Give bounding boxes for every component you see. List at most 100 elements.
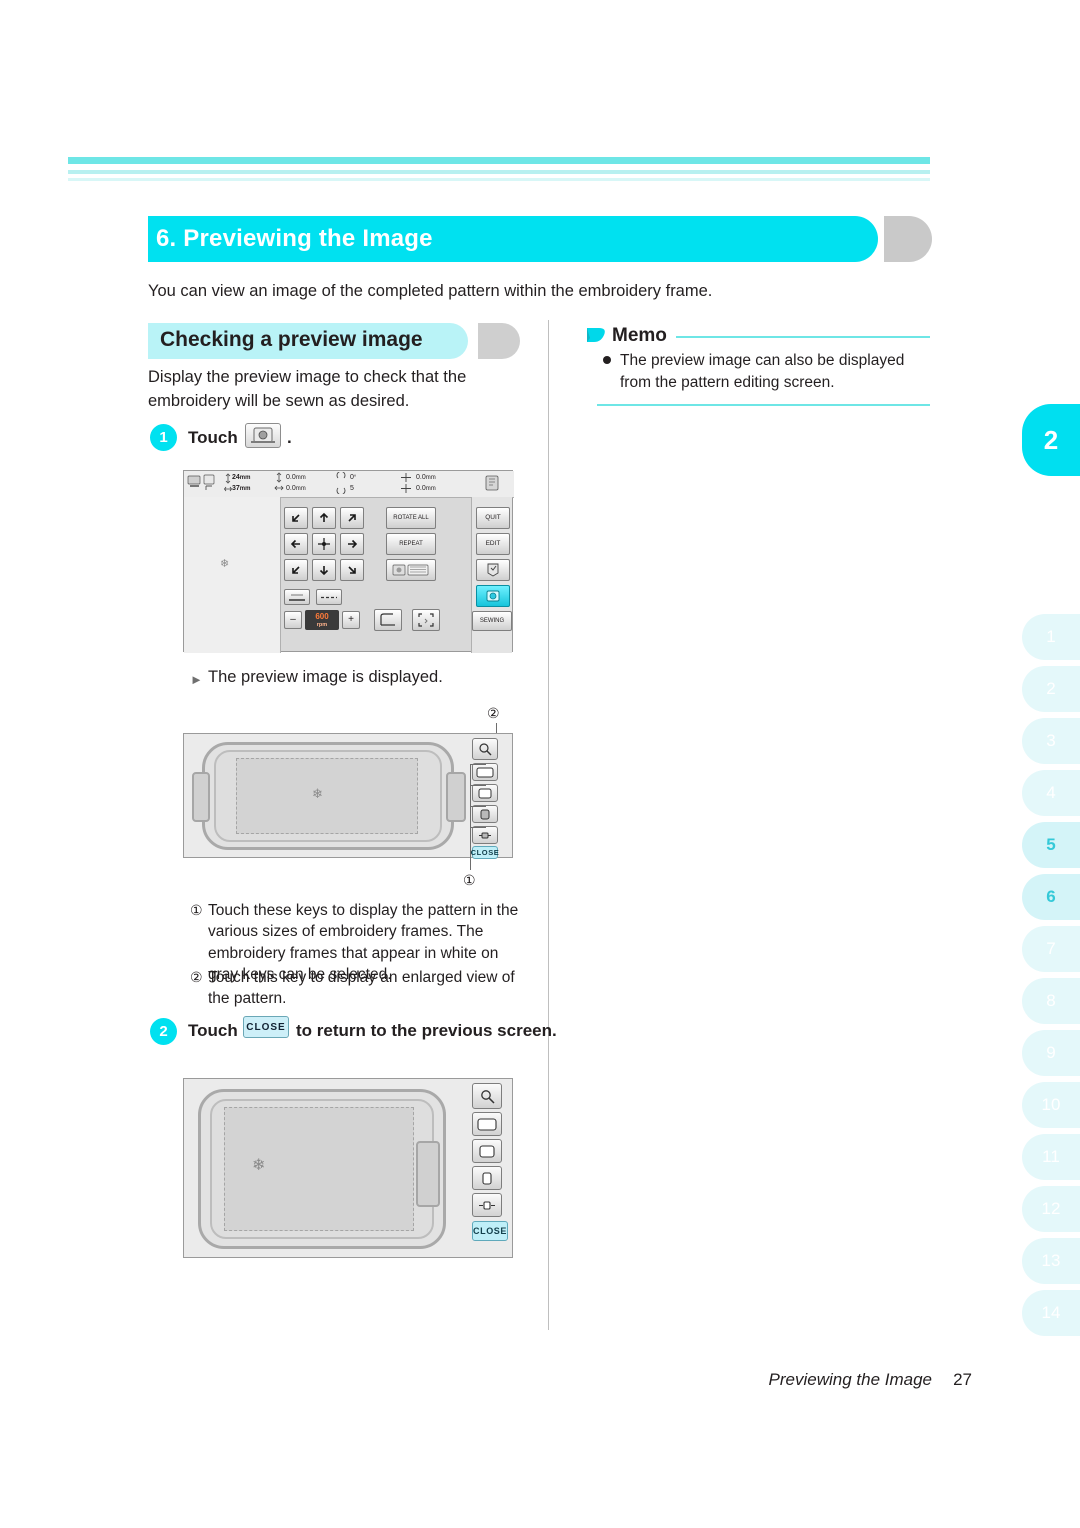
index-tab-7[interactable]: 7 — [1022, 926, 1080, 972]
enlarge-view-button[interactable] — [472, 738, 498, 760]
preview-illustration-2: ❄ CLOSE — [183, 1078, 513, 1258]
frame-size-medium-button-2[interactable] — [472, 1166, 502, 1190]
pattern-motif: ❄ — [220, 558, 229, 570]
chapter-intro: You can view an image of the completed p… — [148, 282, 713, 300]
move-up-button[interactable] — [312, 507, 336, 529]
frame-icons — [187, 474, 215, 490]
section-lead-text: Display the preview image to check that … — [148, 368, 467, 410]
edit-button[interactable]: EDIT — [476, 533, 510, 555]
frame-size-medium-button[interactable] — [472, 805, 498, 823]
index-tab-13[interactable]: 13 — [1022, 1238, 1080, 1284]
quit-label: QUIT — [485, 513, 501, 521]
value-a: 0.0mm — [286, 474, 306, 481]
index-tab-2[interactable]: 2 — [1022, 666, 1080, 712]
frame-size-large-button[interactable] — [472, 784, 498, 802]
memo-text: The preview image can also be displayed … — [620, 352, 905, 391]
section-title: Checking a preview image — [160, 328, 423, 351]
edit-label: EDIT — [485, 539, 501, 547]
chapter-tab-active[interactable]: 2 — [1022, 404, 1080, 476]
callout-1-leader-4 — [470, 827, 486, 828]
measure-width: 37mm — [232, 485, 251, 492]
preview-image-button[interactable] — [476, 585, 510, 607]
move-up-left-button[interactable] — [284, 507, 308, 529]
index-tab-10[interactable]: 10 — [1022, 1082, 1080, 1128]
value-f: 0.0mm — [416, 485, 436, 492]
value-e: 0.0mm — [416, 474, 436, 481]
callout-1-leader-2 — [470, 785, 486, 786]
step-1-result: The preview image is displayed. — [208, 668, 443, 686]
header-rule-secondary — [68, 170, 930, 174]
embroidery-field — [236, 758, 418, 834]
move-center-button[interactable] — [312, 533, 336, 555]
speed-unit: rpm — [316, 622, 328, 628]
memo-flag-icon — [586, 325, 608, 345]
index-tab-11[interactable]: 11 — [1022, 1134, 1080, 1180]
callout-1-leader-3 — [470, 806, 486, 807]
callout-1-leader-1 — [470, 764, 486, 765]
rotate-all-label: ROTATE ALL — [393, 514, 429, 521]
index-tab-1[interactable]: 1 — [1022, 614, 1080, 660]
index-tab-9[interactable]: 9 — [1022, 1030, 1080, 1076]
frame-size-xl-button-2[interactable] — [472, 1112, 502, 1136]
move-up-right-button[interactable] — [340, 507, 364, 529]
basting-button[interactable] — [374, 609, 402, 631]
step-1-label: Touch — [188, 428, 238, 447]
frame-size-large-button-2[interactable] — [472, 1139, 502, 1163]
repeat-button[interactable]: REPEAT — [386, 533, 436, 555]
header-rule-tertiary — [68, 178, 930, 181]
footer-page-number: 27 — [953, 1370, 972, 1389]
sewing-button[interactable]: SEWING — [472, 611, 512, 631]
move-right-button[interactable] — [340, 533, 364, 555]
speed-increase-button[interactable]: + — [342, 611, 360, 629]
preview-pattern-motif: ❄ — [312, 786, 323, 801]
frame-size-xl-button[interactable] — [472, 763, 498, 781]
speed-plus-label: + — [348, 614, 354, 625]
close-button-2[interactable]: CLOSE — [472, 1221, 508, 1241]
index-tab-14[interactable]: 14 — [1022, 1290, 1080, 1336]
index-tab-6[interactable]: 6 — [1022, 874, 1080, 920]
frame-size-small-button-2[interactable] — [472, 1193, 502, 1217]
quit-button[interactable]: QUIT — [476, 507, 510, 529]
enlarge-view-button-2[interactable] — [472, 1083, 502, 1109]
manual-page: 6. Previewing the Image You can view an … — [0, 0, 1080, 1528]
callout-1-marker: ① — [463, 872, 476, 888]
page-title: 6. Previewing the Image — [156, 225, 433, 252]
thread-trim-button[interactable] — [316, 589, 342, 605]
footer-section-title: Previewing the Image — [768, 1370, 932, 1389]
value-d: 5 — [350, 485, 354, 492]
move-down-right-button[interactable] — [340, 559, 364, 581]
index-tab-5[interactable]: 5 — [1022, 822, 1080, 868]
hoop-clamp-right-2 — [416, 1141, 440, 1207]
move-down-button[interactable] — [312, 559, 336, 581]
index-tab-12[interactable]: 12 — [1022, 1186, 1080, 1232]
trial-area-button[interactable] — [412, 609, 440, 631]
rotate-all-button[interactable]: ROTATE ALL — [386, 507, 436, 529]
index-tab-4[interactable]: 4 — [1022, 770, 1080, 816]
callout-2-marker: ② — [487, 705, 500, 721]
move-left-button[interactable] — [284, 533, 308, 555]
color-palette-button[interactable] — [386, 559, 436, 581]
save-button[interactable] — [476, 559, 510, 581]
index-tab-8[interactable]: 8 — [1022, 978, 1080, 1024]
move-down-left-button[interactable] — [284, 559, 308, 581]
screen-status-bar: 24mm 37mm 0.0mm 0.0mm 0° 5 0.0mm 0.0mm — [184, 471, 514, 498]
note-2-marker: ② — [190, 969, 203, 985]
screen-pattern-pane — [184, 497, 281, 653]
close-key-inline: CLOSE — [243, 1016, 289, 1038]
value-c: 0° — [350, 474, 357, 481]
thread-density-button[interactable] — [284, 589, 310, 605]
preview-illustration-1: ❄ CLOSE — [183, 733, 513, 859]
section-title-shadow — [478, 323, 520, 359]
index-tab-3[interactable]: 3 — [1022, 718, 1080, 764]
result-arrow-icon: ► — [190, 672, 203, 687]
memo-title: Memo — [612, 325, 667, 346]
speed-decrease-button[interactable]: – — [284, 611, 302, 629]
note-1-marker: ① — [190, 902, 203, 918]
chapter-title-shadow — [884, 216, 932, 262]
column-divider — [548, 320, 549, 1330]
frame-size-small-button[interactable] — [472, 826, 498, 844]
step-2-badge: 2 — [150, 1018, 177, 1045]
close-button-1[interactable]: CLOSE — [471, 846, 499, 859]
header-rule-primary — [68, 157, 930, 164]
hoop-clamp-right — [446, 772, 466, 822]
